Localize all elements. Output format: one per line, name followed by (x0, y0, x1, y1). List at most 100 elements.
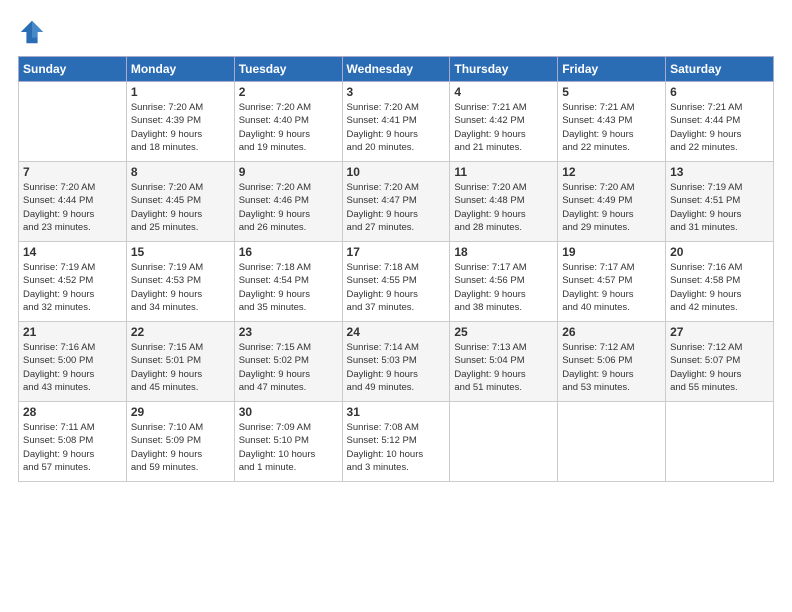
day-number: 27 (670, 325, 769, 339)
weekday-wednesday: Wednesday (342, 57, 450, 82)
day-cell: 12 Sunrise: 7:20 AMSunset: 4:49 PMDayligh… (558, 162, 666, 242)
day-info: Sunrise: 7:20 AMSunset: 4:48 PMDaylight:… (454, 181, 553, 234)
day-info: Sunrise: 7:21 AMSunset: 4:44 PMDaylight:… (670, 101, 769, 154)
day-info: Sunrise: 7:14 AMSunset: 5:03 PMDaylight:… (347, 341, 446, 394)
day-info: Sunrise: 7:20 AMSunset: 4:44 PMDaylight:… (23, 181, 122, 234)
day-cell (19, 82, 127, 162)
day-number: 13 (670, 165, 769, 179)
day-cell: 16 Sunrise: 7:18 AMSunset: 4:54 PMDayligh… (234, 242, 342, 322)
weekday-tuesday: Tuesday (234, 57, 342, 82)
day-cell: 22 Sunrise: 7:15 AMSunset: 5:01 PMDayligh… (126, 322, 234, 402)
weekday-monday: Monday (126, 57, 234, 82)
day-cell: 30 Sunrise: 7:09 AMSunset: 5:10 PMDayligh… (234, 402, 342, 482)
weekday-sunday: Sunday (19, 57, 127, 82)
day-info: Sunrise: 7:17 AMSunset: 4:57 PMDaylight:… (562, 261, 661, 314)
day-cell (450, 402, 558, 482)
day-cell: 1Sunrise: 7:20 AMSunset: 4:39 PMDaylight… (126, 82, 234, 162)
day-number: 30 (239, 405, 338, 419)
day-number: 5 (562, 85, 661, 99)
calendar-table: SundayMondayTuesdayWednesdayThursdayFrid… (18, 56, 774, 482)
day-number: 29 (131, 405, 230, 419)
day-number: 9 (239, 165, 338, 179)
day-cell: 31Sunrise: 7:08 AMSunset: 5:12 PMDayligh… (342, 402, 450, 482)
day-cell: 21Sunrise: 7:16 AMSunset: 5:00 PMDayligh… (19, 322, 127, 402)
weekday-friday: Friday (558, 57, 666, 82)
day-info: Sunrise: 7:10 AMSunset: 5:09 PMDaylight:… (131, 421, 230, 474)
day-info: Sunrise: 7:16 AMSunset: 4:58 PMDaylight:… (670, 261, 769, 314)
day-info: Sunrise: 7:20 AMSunset: 4:47 PMDaylight:… (347, 181, 446, 234)
day-info: Sunrise: 7:13 AMSunset: 5:04 PMDaylight:… (454, 341, 553, 394)
day-info: Sunrise: 7:21 AMSunset: 4:42 PMDaylight:… (454, 101, 553, 154)
week-row-0: 1Sunrise: 7:20 AMSunset: 4:39 PMDaylight… (19, 82, 774, 162)
day-info: Sunrise: 7:09 AMSunset: 5:10 PMDaylight:… (239, 421, 338, 474)
day-number: 2 (239, 85, 338, 99)
day-cell: 14Sunrise: 7:19 AMSunset: 4:52 PMDayligh… (19, 242, 127, 322)
day-cell: 15 Sunrise: 7:19 AMSunset: 4:53 PMDayligh… (126, 242, 234, 322)
week-row-2: 14Sunrise: 7:19 AMSunset: 4:52 PMDayligh… (19, 242, 774, 322)
day-number: 23 (239, 325, 338, 339)
day-number: 16 (239, 245, 338, 259)
day-number: 8 (131, 165, 230, 179)
day-number: 20 (670, 245, 769, 259)
day-cell: 26 Sunrise: 7:12 AMSunset: 5:06 PMDayligh… (558, 322, 666, 402)
day-number: 1 (131, 85, 230, 99)
logo (18, 18, 50, 46)
week-row-3: 21Sunrise: 7:16 AMSunset: 5:00 PMDayligh… (19, 322, 774, 402)
week-row-1: 7Sunrise: 7:20 AMSunset: 4:44 PMDaylight… (19, 162, 774, 242)
day-number: 3 (347, 85, 446, 99)
day-info: Sunrise: 7:18 AMSunset: 4:54 PMDaylight:… (239, 261, 338, 314)
day-number: 12 (562, 165, 661, 179)
day-cell: 25Sunrise: 7:13 AMSunset: 5:04 PMDayligh… (450, 322, 558, 402)
day-cell: 29 Sunrise: 7:10 AMSunset: 5:09 PMDayligh… (126, 402, 234, 482)
day-info: Sunrise: 7:08 AMSunset: 5:12 PMDaylight:… (347, 421, 446, 474)
week-row-4: 28Sunrise: 7:11 AMSunset: 5:08 PMDayligh… (19, 402, 774, 482)
day-cell: 19 Sunrise: 7:17 AMSunset: 4:57 PMDayligh… (558, 242, 666, 322)
day-cell: 23 Sunrise: 7:15 AMSunset: 5:02 PMDayligh… (234, 322, 342, 402)
day-info: Sunrise: 7:12 AMSunset: 5:06 PMDaylight:… (562, 341, 661, 394)
day-cell: 11Sunrise: 7:20 AMSunset: 4:48 PMDayligh… (450, 162, 558, 242)
day-number: 22 (131, 325, 230, 339)
day-cell: 18Sunrise: 7:17 AMSunset: 4:56 PMDayligh… (450, 242, 558, 322)
day-number: 14 (23, 245, 122, 259)
day-info: Sunrise: 7:19 AMSunset: 4:53 PMDaylight:… (131, 261, 230, 314)
day-cell: 9 Sunrise: 7:20 AMSunset: 4:46 PMDaylight… (234, 162, 342, 242)
day-cell: 6 Sunrise: 7:21 AMSunset: 4:44 PMDaylight… (666, 82, 774, 162)
day-info: Sunrise: 7:18 AMSunset: 4:55 PMDaylight:… (347, 261, 446, 314)
calendar-header: SundayMondayTuesdayWednesdayThursdayFrid… (19, 57, 774, 82)
day-info: Sunrise: 7:11 AMSunset: 5:08 PMDaylight:… (23, 421, 122, 474)
day-cell: 24 Sunrise: 7:14 AMSunset: 5:03 PMDayligh… (342, 322, 450, 402)
day-info: Sunrise: 7:15 AMSunset: 5:01 PMDaylight:… (131, 341, 230, 394)
day-cell: 5Sunrise: 7:21 AMSunset: 4:43 PMDaylight… (558, 82, 666, 162)
day-info: Sunrise: 7:19 AMSunset: 4:51 PMDaylight:… (670, 181, 769, 234)
day-cell: 8 Sunrise: 7:20 AMSunset: 4:45 PMDaylight… (126, 162, 234, 242)
day-info: Sunrise: 7:16 AMSunset: 5:00 PMDaylight:… (23, 341, 122, 394)
day-cell: 4 Sunrise: 7:21 AMSunset: 4:42 PMDaylight… (450, 82, 558, 162)
day-number: 18 (454, 245, 553, 259)
day-info: Sunrise: 7:20 AMSunset: 4:45 PMDaylight:… (131, 181, 230, 234)
day-info: Sunrise: 7:20 AMSunset: 4:46 PMDaylight:… (239, 181, 338, 234)
day-number: 4 (454, 85, 553, 99)
day-number: 6 (670, 85, 769, 99)
day-info: Sunrise: 7:20 AMSunset: 4:49 PMDaylight:… (562, 181, 661, 234)
day-number: 19 (562, 245, 661, 259)
day-number: 10 (347, 165, 446, 179)
day-cell: 7Sunrise: 7:20 AMSunset: 4:44 PMDaylight… (19, 162, 127, 242)
day-cell (558, 402, 666, 482)
day-cell: 2 Sunrise: 7:20 AMSunset: 4:40 PMDaylight… (234, 82, 342, 162)
day-cell: 28Sunrise: 7:11 AMSunset: 5:08 PMDayligh… (19, 402, 127, 482)
day-info: Sunrise: 7:12 AMSunset: 5:07 PMDaylight:… (670, 341, 769, 394)
day-cell: 20 Sunrise: 7:16 AMSunset: 4:58 PMDayligh… (666, 242, 774, 322)
day-number: 26 (562, 325, 661, 339)
header (18, 18, 774, 46)
page: SundayMondayTuesdayWednesdayThursdayFrid… (0, 0, 792, 612)
day-cell (666, 402, 774, 482)
day-number: 15 (131, 245, 230, 259)
day-info: Sunrise: 7:20 AMSunset: 4:40 PMDaylight:… (239, 101, 338, 154)
day-number: 24 (347, 325, 446, 339)
weekday-row: SundayMondayTuesdayWednesdayThursdayFrid… (19, 57, 774, 82)
day-info: Sunrise: 7:15 AMSunset: 5:02 PMDaylight:… (239, 341, 338, 394)
day-cell: 3Sunrise: 7:20 AMSunset: 4:41 PMDaylight… (342, 82, 450, 162)
day-cell: 27 Sunrise: 7:12 AMSunset: 5:07 PMDayligh… (666, 322, 774, 402)
logo-icon (18, 18, 46, 46)
day-cell: 10 Sunrise: 7:20 AMSunset: 4:47 PMDayligh… (342, 162, 450, 242)
